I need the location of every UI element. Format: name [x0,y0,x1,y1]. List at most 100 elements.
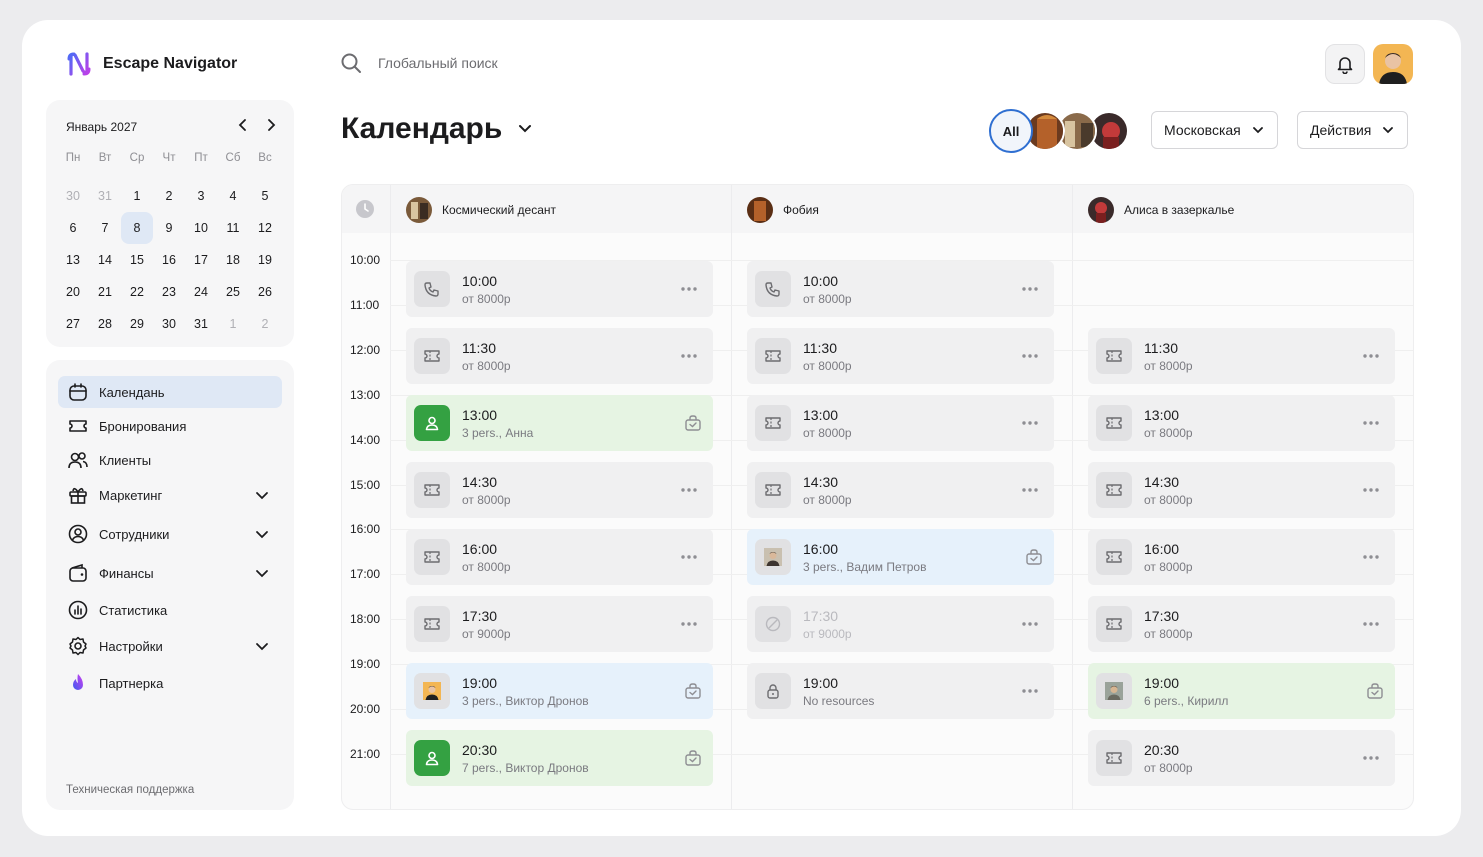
more-icon[interactable] [1020,281,1040,297]
schedule-slot[interactable]: 10:00 от 8000р [747,261,1054,317]
calendar-day[interactable]: 30 [57,180,89,212]
calendar-day[interactable]: 10 [185,212,217,244]
calendar-day[interactable]: 26 [249,276,281,308]
user-avatar[interactable] [1373,44,1413,84]
more-icon[interactable] [679,281,699,297]
schedule-slot[interactable]: 13:00 от 8000р [1088,395,1395,451]
more-icon[interactable] [679,482,699,498]
actions-dropdown[interactable]: Действия [1297,111,1409,149]
calendar-day[interactable]: 28 [89,308,121,340]
calendar-day[interactable]: 31 [89,180,121,212]
sidebar-item-3[interactable]: Маркетинг [58,479,282,511]
calendar-day[interactable]: 6 [57,212,89,244]
sidebar-item-7[interactable]: Настройки [58,630,282,662]
slot-time: 13:00 [1144,406,1180,423]
calendar-day[interactable]: 15 [121,244,153,276]
filter-all-button[interactable]: All [989,109,1033,153]
search-input[interactable] [378,55,678,71]
schedule-slot[interactable]: 17:30 от 9000р [747,596,1054,652]
calendar-day[interactable]: 11 [217,212,249,244]
schedule-slot[interactable]: 20:30 от 8000р [1088,730,1395,786]
schedule-slot[interactable]: 11:30 от 8000р [747,328,1054,384]
calendar-day[interactable]: 29 [121,308,153,340]
calendar-grid: Пн Вт Ср Чт Пт Сб Вс 30 31 1 2 3 4 5 6 7 8 9 10 11 12 13 14 15 1… [57,148,281,340]
more-icon[interactable] [1361,750,1381,766]
more-icon[interactable] [1020,616,1040,632]
calendar-day[interactable]: 7 [89,212,121,244]
schedule-slot[interactable]: 19:00 6 pers., Кирилл [1088,663,1395,719]
schedule-slot[interactable]: 16:00 от 8000р [1088,529,1395,585]
more-icon[interactable] [1361,415,1381,431]
calendar-day[interactable]: 1 [121,180,153,212]
schedule-slot[interactable]: 17:30 от 9000р [406,596,713,652]
schedule-slot[interactable]: 20:30 7 pers., Виктор Дронов [406,730,713,786]
calendar-day[interactable]: 3 [185,180,217,212]
schedule-slot[interactable]: 17:30 от 8000р [1088,596,1395,652]
calendar-day[interactable]: 1 [217,308,249,340]
calendar-day[interactable]: 4 [217,180,249,212]
more-icon[interactable] [1361,348,1381,364]
calendar-day[interactable]: 25 [217,276,249,308]
notifications-button[interactable] [1325,44,1365,84]
more-icon[interactable] [1020,683,1040,699]
sidebar-item-5[interactable]: Финансы [58,557,282,589]
sidebar-item-0[interactable]: Календань [58,376,282,408]
calendar-day[interactable]: 9 [153,212,185,244]
calendar-day[interactable]: 13 [57,244,89,276]
schedule-slot[interactable]: 19:00 3 pers., Виктор Дронов [406,663,713,719]
calendar-day[interactable]: 14 [89,244,121,276]
schedule-slot[interactable]: 16:00 от 8000р [406,529,713,585]
support-link[interactable]: Техническая поддержка [66,784,194,796]
more-icon[interactable] [679,549,699,565]
calendar-day[interactable]: 21 [89,276,121,308]
calendar-day[interactable]: 8 [121,212,153,244]
slot-details: от 8000р [1144,492,1193,507]
schedule-slot[interactable]: 11:30 от 8000р [406,328,713,384]
schedule-slot[interactable]: 14:30 от 8000р [747,462,1054,518]
more-icon[interactable] [1020,482,1040,498]
sidebar-item-4[interactable]: Сотрудники [58,518,282,550]
more-icon[interactable] [679,616,699,632]
schedule-slot[interactable]: 13:00 от 8000р [747,395,1054,451]
more-icon[interactable] [1020,348,1040,364]
app-logo[interactable]: Escape Navigator [65,50,237,78]
page-title[interactable]: Календарь [341,112,534,146]
location-dropdown[interactable]: Московская [1151,111,1278,149]
calendar-day[interactable]: 18 [217,244,249,276]
calendar-day[interactable]: 30 [153,308,185,340]
calendar-day[interactable]: 22 [121,276,153,308]
sidebar-item-6[interactable]: Статистика [58,594,282,626]
more-icon[interactable] [1361,482,1381,498]
schedule-slot[interactable]: 19:00 No resources [747,663,1054,719]
calendar-day[interactable]: 2 [249,308,281,340]
schedule-slot[interactable]: 13:00 3 pers., Анна [406,395,713,451]
calendar-day[interactable]: 27 [57,308,89,340]
more-icon[interactable] [1361,549,1381,565]
calendar-day[interactable]: 20 [57,276,89,308]
schedule-slot[interactable]: 10:00 от 8000р [406,261,713,317]
more-icon[interactable] [1020,415,1040,431]
calendar-day[interactable]: 17 [185,244,217,276]
calendar-day[interactable]: 23 [153,276,185,308]
schedule-slot[interactable]: 14:30 от 8000р [406,462,713,518]
calendar-day[interactable]: 31 [185,308,217,340]
calendar-day[interactable]: 16 [153,244,185,276]
calendar-day[interactable]: 19 [249,244,281,276]
schedule-slot[interactable]: 16:00 3 pers., Вадим Петров [747,529,1054,585]
sidebar-item-2[interactable]: Клиенты [58,444,282,476]
prev-month-button[interactable] [234,116,252,134]
room-column-header[interactable]: Космический десант [406,197,556,223]
more-icon[interactable] [1361,616,1381,632]
calendar-day[interactable]: 5 [249,180,281,212]
calendar-day[interactable]: 12 [249,212,281,244]
schedule-slot[interactable]: 11:30 от 8000р [1088,328,1395,384]
schedule-slot[interactable]: 14:30 от 8000р [1088,462,1395,518]
more-icon[interactable] [679,348,699,364]
next-month-button[interactable] [262,116,280,134]
room-column-header[interactable]: Алиса в зазеркалье [1088,197,1234,223]
calendar-day[interactable]: 24 [185,276,217,308]
sidebar-item-1[interactable]: Бронирования [58,410,282,442]
room-column-header[interactable]: Фобия [747,197,819,223]
sidebar-item-8[interactable]: Партнерка [58,667,282,699]
calendar-day[interactable]: 2 [153,180,185,212]
